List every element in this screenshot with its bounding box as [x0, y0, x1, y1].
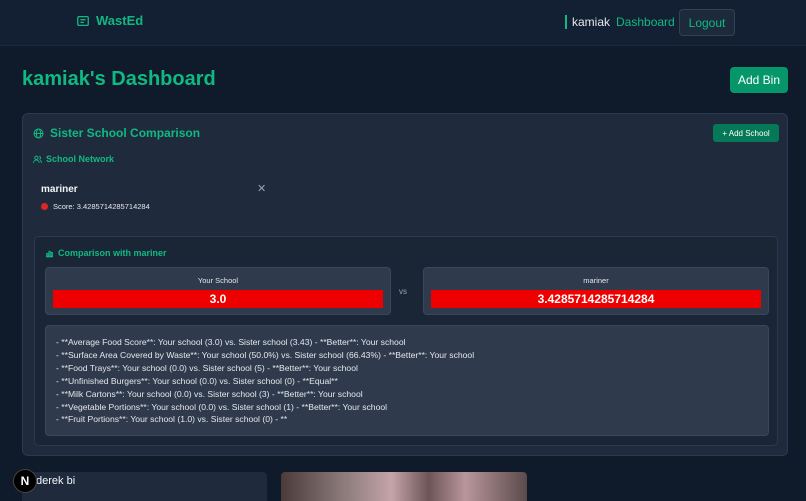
page-title: kamiak's Dashboard [22, 68, 216, 90]
sister-school-label: mariner [583, 276, 609, 285]
sister-school-score-box: mariner 3.4285714285714284 [423, 267, 769, 315]
school-network-label: School Network [33, 154, 114, 164]
status-dot-icon [41, 203, 48, 210]
detail-line: - **Average Food Score**: Your school (3… [56, 337, 406, 347]
your-school-score: 3.0 [53, 290, 383, 308]
vs-label: vs [399, 287, 407, 296]
users-icon [33, 155, 42, 163]
your-school-score-box: Your School 3.0 [45, 267, 391, 315]
receipt-icon [77, 15, 89, 26]
detail-line: - **Milk Cartons**: Your school (0.0) vs… [56, 388, 363, 399]
school-list-item[interactable]: mariner ✕ Score: 3.4285714285714284 [41, 182, 271, 211]
school-name: mariner [41, 184, 78, 195]
sister-school-score: 3.4285714285714284 [431, 290, 761, 308]
brand-logo[interactable]: WastEd [76, 13, 143, 28]
nav-username: kamiak [565, 15, 610, 29]
school-network-text: School Network [46, 154, 115, 164]
comparison-panel: Comparison with mariner Your School 3.0 … [34, 236, 778, 446]
bin-card-title: derek bi [36, 475, 76, 487]
top-navbar: WastEd kamiak Dashboard Logout [0, 0, 806, 46]
add-school-button[interactable]: + Add School [713, 124, 779, 142]
school-score-text: Score: 3.4285714285714284 [53, 202, 150, 211]
detail-line: - **Vegetable Portions**: Your school (0… [56, 401, 388, 412]
detail-line: - **Food Trays**: Your school (0.0) vs. … [56, 362, 358, 373]
nav-dashboard-link[interactable]: Dashboard [616, 15, 675, 29]
comparison-title-text: Comparison with mariner [58, 248, 167, 258]
detail-line: - **Surface Area Covered by Waste**: You… [56, 349, 475, 360]
detail-line: - **Unfinished Burgers**: Your school (0… [56, 375, 338, 386]
bin-card[interactable]: derek bi [22, 472, 267, 501]
bar-chart-icon [46, 250, 53, 257]
your-school-label: Your School [197, 276, 239, 285]
add-bin-button[interactable]: Add Bin [730, 67, 788, 93]
card-title-text: Sister School Comparison [50, 126, 201, 140]
school-score: Score: 3.4285714285714284 [41, 202, 271, 211]
nextjs-badge-icon[interactable]: N [13, 469, 37, 493]
close-icon[interactable]: ✕ [257, 182, 266, 195]
globe-icon [33, 128, 44, 138]
comparison-title: Comparison with mariner [45, 248, 167, 258]
card-title: Sister School Comparison [33, 126, 200, 140]
bin-photo [281, 472, 527, 501]
sister-school-card: Sister School Comparison + Add School Sc… [22, 113, 788, 456]
brand-name: WastEd [96, 13, 144, 28]
comparison-details: - **Average Food Score**: Your school (3… [45, 325, 769, 436]
detail-line: - **Fruit Portions**: Your school (1.0) … [56, 414, 288, 425]
logout-button[interactable]: Logout [679, 9, 735, 36]
